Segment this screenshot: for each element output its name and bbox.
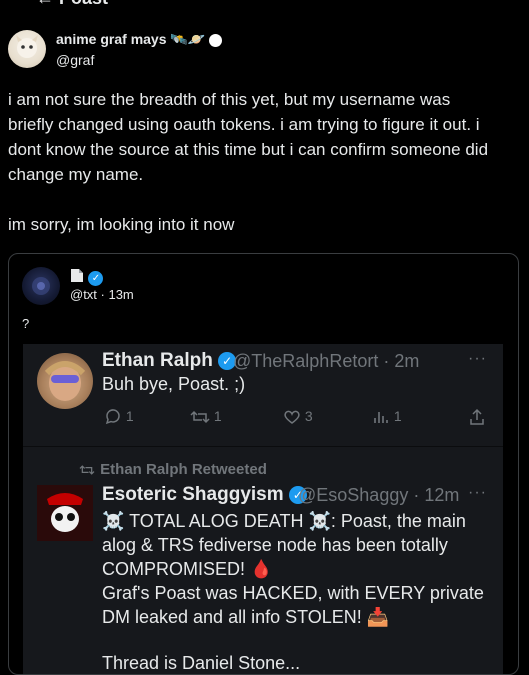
more-icon: ··· [468, 484, 487, 501]
retweeted-by: Ethan Ralph Retweeted [78, 461, 267, 478]
heart-icon [284, 410, 300, 425]
back-arrow-icon[interactable]: ← [36, 0, 54, 8]
tweet2-meta: @EsoShaggy · 12m [298, 485, 460, 505]
tweet1-name: Ethan Ralph ✓ [102, 350, 237, 372]
views-icon [374, 412, 388, 424]
quoted-text: ? [22, 316, 30, 331]
retweet-icon [190, 411, 210, 424]
verified-badge-icon: ✓ [88, 271, 104, 287]
share-icon [470, 408, 484, 425]
retweet-action: 1 [190, 408, 222, 426]
author-handle[interactable]: @graf [56, 52, 94, 68]
tweet1-meta: @TheRalphRetort · 2m [233, 351, 420, 371]
document-icon [71, 269, 83, 282]
share-action [468, 408, 486, 429]
image-divider [23, 446, 503, 447]
quoted-name[interactable]: ✓ [70, 268, 104, 288]
tweet2-text: ☠️ TOTAL ALOG DEATH ☠️: Poast, the main … [102, 511, 484, 673]
post-body: i am not sure the breadth of this yet, b… [8, 90, 489, 234]
avatar[interactable] [8, 30, 46, 68]
quoted-avatar[interactable] [22, 267, 60, 305]
avatar-art-icon [16, 35, 38, 58]
quoted-handle[interactable]: @txt · 13m [70, 287, 134, 302]
tweet2-name: Esoteric Shaggyism ✓ [102, 484, 307, 506]
tweet1-text: Buh bye, Poast. ;) [102, 374, 246, 394]
page-title: ← Poast [36, 0, 108, 9]
skull-art-icon [37, 485, 93, 541]
esoteric-avatar [37, 485, 93, 541]
retweet-icon [79, 465, 95, 475]
circle-badge-icon [209, 33, 223, 47]
face-art-icon [44, 361, 86, 401]
reply-icon [105, 409, 120, 425]
ralph-avatar [37, 353, 93, 409]
author-name[interactable]: anime graf mays 🛰️🪐 [56, 31, 223, 48]
like-action: 3 [283, 408, 313, 426]
views-action: 1 [372, 408, 402, 426]
more-icon: ··· [468, 350, 487, 367]
quoted-avatar-art-icon [32, 277, 50, 295]
reply-action: 1 [104, 408, 134, 426]
